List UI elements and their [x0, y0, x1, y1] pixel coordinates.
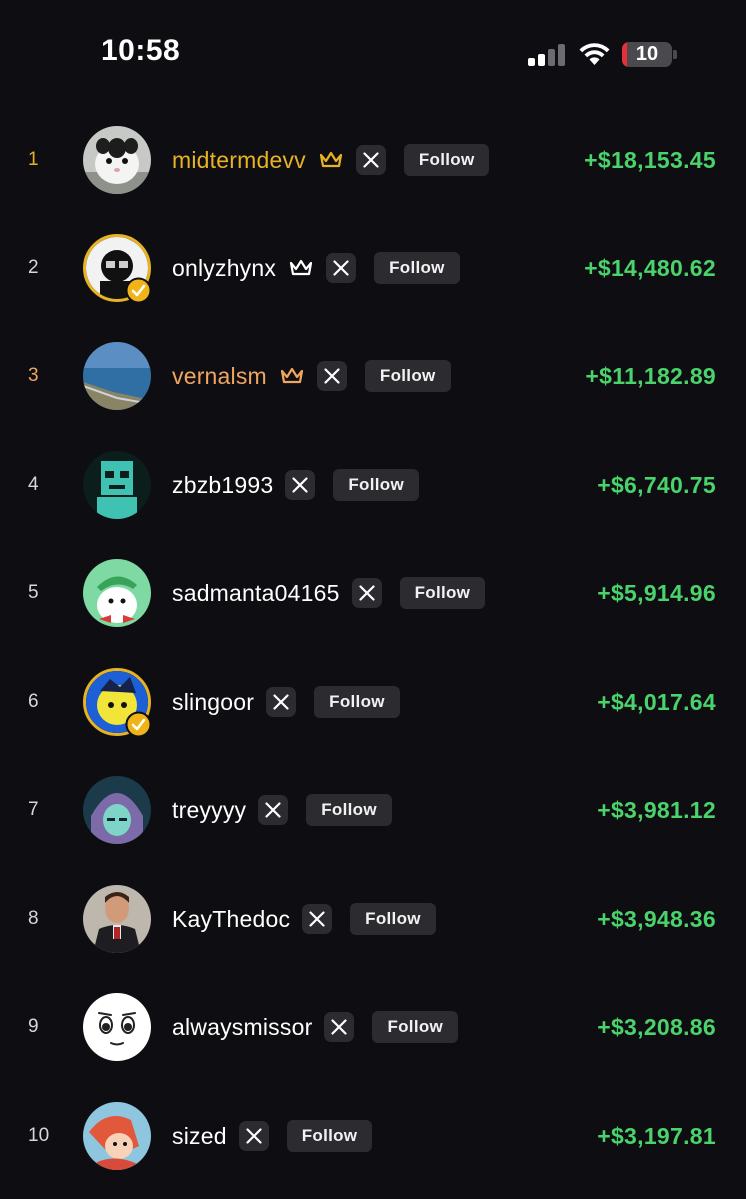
follow-button[interactable]: Follow	[306, 794, 392, 826]
x-profile-button[interactable]	[326, 253, 357, 283]
x-logo-icon	[292, 477, 308, 493]
profit-value: +$3,981.12	[597, 797, 716, 823]
profit-value: +$11,182.89	[585, 363, 716, 389]
crown-icon	[319, 151, 342, 168]
username[interactable]: alwaysmissor	[172, 1014, 312, 1041]
x-profile-button[interactable]	[355, 145, 386, 175]
rank-number: 10	[28, 1125, 50, 1146]
username[interactable]: vernalsm	[172, 363, 267, 390]
wifi-icon	[578, 41, 611, 67]
profit-value: +$3,948.36	[597, 906, 716, 932]
avatar[interactable]	[83, 1102, 151, 1170]
rank-number: 9	[28, 1016, 39, 1037]
username[interactable]: onlyzhynx	[172, 255, 276, 282]
x-profile-button[interactable]	[285, 470, 316, 500]
profit-value: +$6,740.75	[597, 472, 716, 498]
x-logo-icon	[358, 585, 375, 601]
leaderboard-row[interactable]: 2 onlyzhynx Follow +$14,480.62	[0, 214, 746, 322]
username[interactable]: midtermdevv	[172, 147, 306, 174]
avatar[interactable]	[83, 342, 151, 410]
profit-value: +$3,197.81	[597, 1123, 716, 1149]
x-logo-icon	[331, 1019, 348, 1035]
profit-value: +$4,017.64	[597, 689, 716, 715]
leaderboard-row[interactable]: 8 KayThedoc Follow +$3,948.36	[0, 865, 746, 973]
battery-icon: 10	[622, 42, 677, 67]
follow-button[interactable]: Follow	[286, 1120, 373, 1152]
avatar[interactable]	[83, 776, 151, 844]
rank-number: 7	[28, 799, 39, 820]
x-logo-icon	[363, 152, 379, 168]
follow-button[interactable]: Follow	[364, 360, 451, 392]
username[interactable]: sadmanta04165	[172, 580, 340, 607]
avatar[interactable]	[83, 559, 151, 627]
username[interactable]: treyyyy	[172, 797, 246, 824]
rank-number: 6	[28, 691, 39, 712]
x-profile-button[interactable]	[351, 578, 382, 608]
avatar[interactable]	[83, 885, 151, 953]
profit-value: +$3,208.86	[597, 1014, 716, 1040]
x-logo-icon	[265, 802, 281, 818]
x-profile-button[interactable]	[302, 904, 333, 934]
follow-button[interactable]: Follow	[403, 144, 490, 176]
x-profile-button[interactable]	[238, 1121, 269, 1151]
follow-button[interactable]: Follow	[372, 1011, 459, 1043]
x-logo-icon	[273, 694, 289, 710]
profit-value: +$18,153.45	[584, 147, 716, 173]
verified-badge-icon	[125, 277, 152, 304]
x-profile-button[interactable]	[266, 687, 297, 717]
profit-value: +$14,480.62	[584, 255, 716, 281]
leaderboard-row[interactable]: 3 vernalsm Follow +$11,182.89	[0, 322, 746, 430]
crown-icon	[289, 259, 313, 276]
leaderboard-row[interactable]: 5 sadmanta04165 Follow +$5,914.96	[0, 539, 746, 647]
x-logo-icon	[333, 260, 349, 276]
status-bar: 10:58 10	[0, 0, 746, 104]
x-profile-button[interactable]	[316, 361, 347, 391]
rank-number: 3	[28, 365, 39, 386]
rank-number: 2	[28, 257, 39, 278]
leaderboard-row[interactable]: 7 treyyyy Follow +$3,981.12	[0, 756, 746, 864]
username[interactable]: slingoor	[172, 689, 254, 716]
username[interactable]: sized	[172, 1123, 227, 1150]
leaderboard-row[interactable]: 1 midtermdevv Follow +$18,153.45	[0, 106, 746, 214]
x-logo-icon	[246, 1128, 262, 1144]
rank-number: 8	[28, 908, 39, 929]
follow-button[interactable]: Follow	[314, 686, 400, 718]
signal-icon	[528, 44, 568, 66]
leaderboard-row[interactable]: 10 sized Follow +$3,197.81	[0, 1082, 746, 1190]
avatar[interactable]	[83, 451, 151, 519]
avatar[interactable]	[83, 993, 151, 1061]
follow-button[interactable]: Follow	[374, 252, 460, 284]
battery-percentage: 10	[635, 43, 659, 65]
username[interactable]: KayThedoc	[172, 906, 290, 933]
follow-button[interactable]: Follow	[399, 577, 486, 609]
leaderboard-row[interactable]: 4 zbzb1993 Follow +$6,740.75	[0, 431, 746, 539]
follow-button[interactable]: Follow	[333, 469, 419, 501]
follow-button[interactable]: Follow	[350, 903, 436, 935]
username[interactable]: zbzb1993	[172, 472, 273, 499]
x-logo-icon	[309, 911, 325, 927]
x-profile-button[interactable]	[258, 795, 289, 825]
status-time: 10:58	[101, 34, 181, 67]
leaderboard-row[interactable]: 9 alwaysmissor Follow +$3,208.86	[0, 973, 746, 1081]
profit-value: +$5,914.96	[597, 580, 716, 606]
leaderboard-row[interactable]: 6 slingoor Follow +$4,017.64	[0, 648, 746, 756]
rank-number: 4	[28, 474, 39, 495]
x-profile-button[interactable]	[324, 1012, 355, 1042]
verified-badge-icon	[125, 711, 152, 738]
crown-icon	[280, 367, 304, 384]
rank-number: 5	[28, 582, 39, 603]
x-logo-icon	[324, 368, 340, 384]
avatar[interactable]	[83, 126, 151, 194]
rank-number: 1	[28, 149, 39, 170]
